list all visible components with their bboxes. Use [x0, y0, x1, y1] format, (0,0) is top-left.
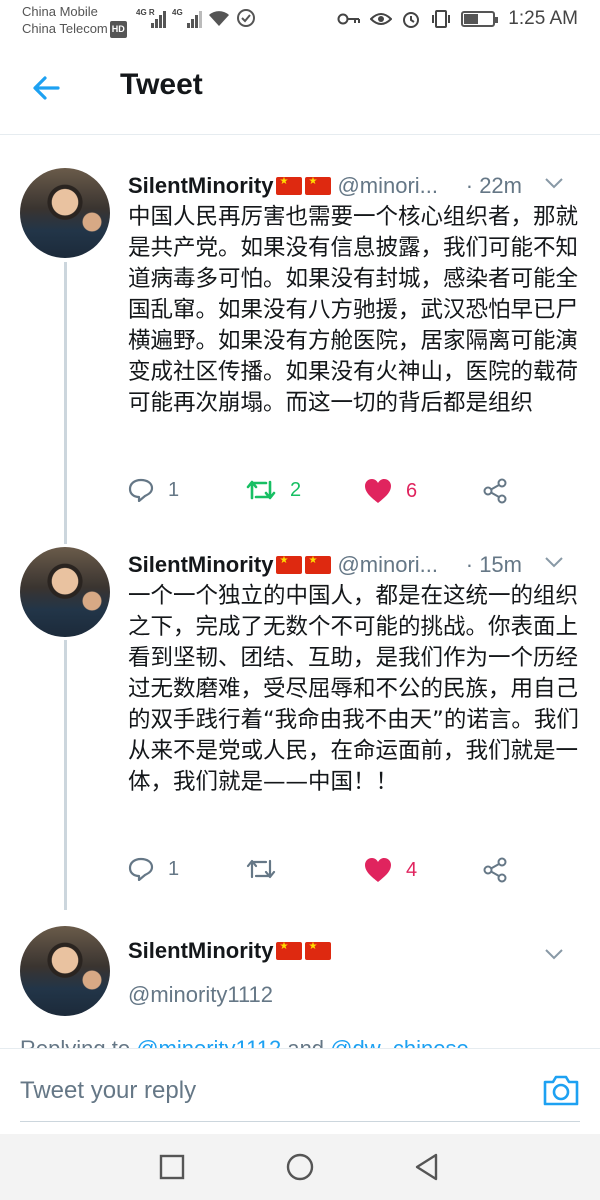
reply-count: 1: [168, 857, 180, 880]
reply-count: 1: [168, 478, 180, 501]
user-name[interactable]: SilentMinority: [128, 938, 273, 963]
arrow-left-icon[interactable]: [26, 68, 66, 108]
user-handle[interactable]: @minori...: [337, 173, 438, 198]
retweet-count: 2: [290, 478, 302, 501]
retweet-button[interactable]: [246, 857, 290, 881]
data-saver-icon: [237, 9, 255, 27]
reply-icon: [128, 857, 154, 881]
like-button[interactable]: 4: [364, 857, 417, 883]
vibrate-icon: [432, 10, 451, 28]
share-icon: [483, 857, 507, 883]
china-flag-icon: [305, 555, 332, 574]
retweet-icon: [246, 859, 276, 879]
avatar[interactable]: [20, 168, 110, 258]
page-title: Tweet: [120, 68, 203, 101]
clock: 1:25 AM: [508, 8, 578, 29]
chevron-down-icon[interactable]: [542, 552, 566, 572]
share-button[interactable]: [482, 478, 508, 504]
reply-bar: [0, 1048, 600, 1134]
user-handle[interactable]: @minority1112: [128, 982, 273, 1008]
user-name[interactable]: SilentMinority: [128, 552, 273, 577]
reply-icon: [128, 478, 154, 502]
user-name[interactable]: SilentMinority: [128, 173, 273, 198]
china-flag-icon: [305, 176, 332, 195]
tweet-time: · 22m: [465, 173, 522, 198]
tweet-text: 一个一个独立的中国人，都是在这统一的组织之下，完成了无数个不可能的挑战。你表面上…: [128, 583, 579, 795]
wifi-icon: [209, 11, 229, 26]
chevron-down-icon[interactable]: [542, 944, 566, 964]
key-icon: [337, 13, 361, 25]
thread-line: [64, 640, 67, 910]
reply-button[interactable]: 1: [128, 478, 179, 502]
user-handle[interactable]: @minori...: [337, 552, 438, 577]
like-button[interactable]: 6: [364, 478, 417, 504]
hd-badge: HD: [109, 21, 127, 38]
app-header: Tweet: [0, 40, 600, 135]
share-icon: [483, 478, 507, 504]
status-bar: China Mobile China Telecom HD 4G R 4G 1:…: [0, 0, 600, 40]
share-button[interactable]: [482, 857, 508, 883]
china-flag-icon: [276, 176, 303, 195]
china-flag-icon: [276, 555, 303, 574]
chevron-down-icon[interactable]: [542, 173, 566, 193]
tweet-time: · 15m: [465, 552, 522, 577]
avatar[interactable]: [20, 547, 110, 637]
reply-input[interactable]: [20, 1077, 500, 1105]
carrier-2: China Telecom: [22, 21, 108, 36]
avatar[interactable]: [20, 926, 110, 1016]
retweet-icon: [246, 480, 276, 500]
back-icon[interactable]: [412, 1152, 442, 1182]
battery-icon: [461, 11, 499, 27]
tweet-actions: 1 2 6: [128, 478, 548, 512]
china-flag-icon: [305, 941, 332, 960]
reply-underline: [20, 1121, 580, 1122]
tweet-text: 中国人民再厉害也需要一个核心组织者，那就是共产党。如果没有信息披露，我们可能不知…: [128, 204, 579, 416]
recent-apps-icon[interactable]: [157, 1152, 187, 1182]
like-count: 6: [406, 479, 418, 502]
camera-icon[interactable]: [542, 1073, 580, 1107]
like-count: 4: [406, 858, 418, 881]
tweet-actions: 1 4: [128, 857, 548, 891]
carrier-info: China Mobile China Telecom HD: [22, 3, 127, 38]
reply-button[interactable]: 1: [128, 857, 179, 881]
eye-icon: [370, 13, 393, 25]
heart-icon: [365, 479, 391, 503]
system-nav-bar: [0, 1134, 600, 1200]
retweet-button[interactable]: 2: [246, 478, 301, 502]
signal-icon: 4G: [172, 8, 202, 28]
thread-line: [64, 262, 67, 544]
signal-icon: 4G R: [136, 8, 166, 28]
carrier-1: China Mobile: [22, 4, 98, 19]
home-icon[interactable]: [285, 1152, 315, 1182]
heart-icon: [365, 858, 391, 882]
china-flag-icon: [276, 941, 303, 960]
alarm-icon: [403, 12, 420, 28]
